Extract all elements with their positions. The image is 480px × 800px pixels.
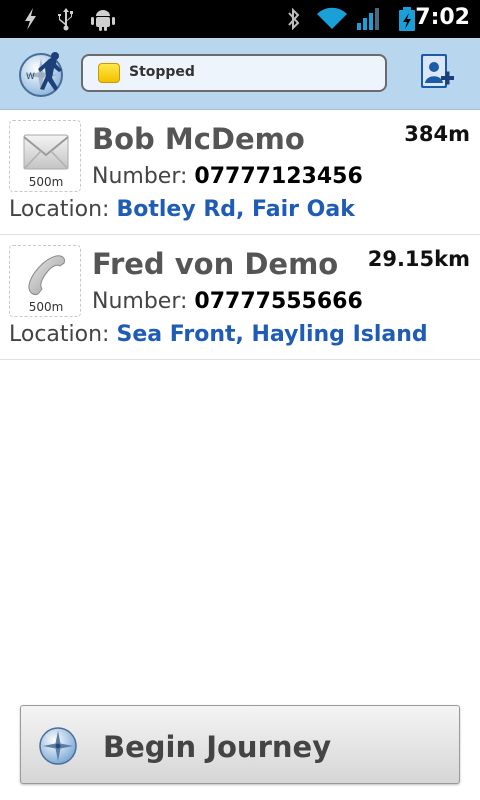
status-label: Stopped <box>129 64 195 80</box>
signal-icon <box>357 8 379 30</box>
number-line: Number: 07777123456 <box>92 164 363 189</box>
contact-distance: 384m <box>404 122 470 146</box>
location-line: Location: Botley Rd, Fair Oak <box>9 197 355 222</box>
status-bar: 7:02 <box>0 0 480 38</box>
location-label: Location: <box>9 197 110 222</box>
phone-handset-icon <box>28 255 65 295</box>
bluetooth-icon <box>288 7 300 31</box>
clock: 7:02 <box>415 5 470 30</box>
alert-radius: 500m <box>28 175 64 189</box>
compass-runner-logo-icon[interactable]: W <box>18 48 68 100</box>
contact-name: Bob McDemo <box>92 122 305 156</box>
phone-number[interactable]: 07777123456 <box>194 164 362 189</box>
status-indicator-icon <box>98 63 120 83</box>
number-line: Number: 07777555666 <box>92 289 363 314</box>
add-contact-icon[interactable] <box>418 52 456 92</box>
svg-text:W: W <box>26 72 35 82</box>
contact-row[interactable]: 500m Fred von Demo 29.15km Number: 07777… <box>0 235 480 360</box>
location-line: Location: Sea Front, Hayling Island <box>9 322 428 347</box>
contact-name: Fred von Demo <box>92 247 339 281</box>
android-debug-icon <box>91 10 115 31</box>
tracking-status-box[interactable]: Stopped <box>81 54 387 92</box>
location-label: Location: <box>9 322 110 347</box>
location-link[interactable]: Botley Rd, Fair Oak <box>116 197 354 222</box>
alert-radius: 500m <box>28 300 64 314</box>
alert-setting[interactable]: 500m <box>9 245 81 317</box>
contact-row[interactable]: 500m Bob McDemo 384m Number: 07777123456… <box>0 110 480 235</box>
location-link[interactable]: Sea Front, Hayling Island <box>116 322 427 347</box>
wifi-icon <box>317 7 347 30</box>
contact-distance: 29.15km <box>367 247 470 271</box>
number-label: Number: <box>92 164 188 189</box>
begin-journey-label: Begin Journey <box>103 730 332 764</box>
envelope-icon <box>23 134 69 170</box>
phone-number[interactable]: 07777555666 <box>194 289 362 314</box>
flash-icon <box>25 8 36 30</box>
alert-setting[interactable]: 500m <box>9 120 81 192</box>
usb-icon <box>58 8 73 31</box>
app-header: W Stopped <box>0 38 480 110</box>
number-label: Number: <box>92 289 188 314</box>
begin-journey-button[interactable]: Begin Journey <box>20 705 460 784</box>
compass-icon <box>39 727 77 765</box>
